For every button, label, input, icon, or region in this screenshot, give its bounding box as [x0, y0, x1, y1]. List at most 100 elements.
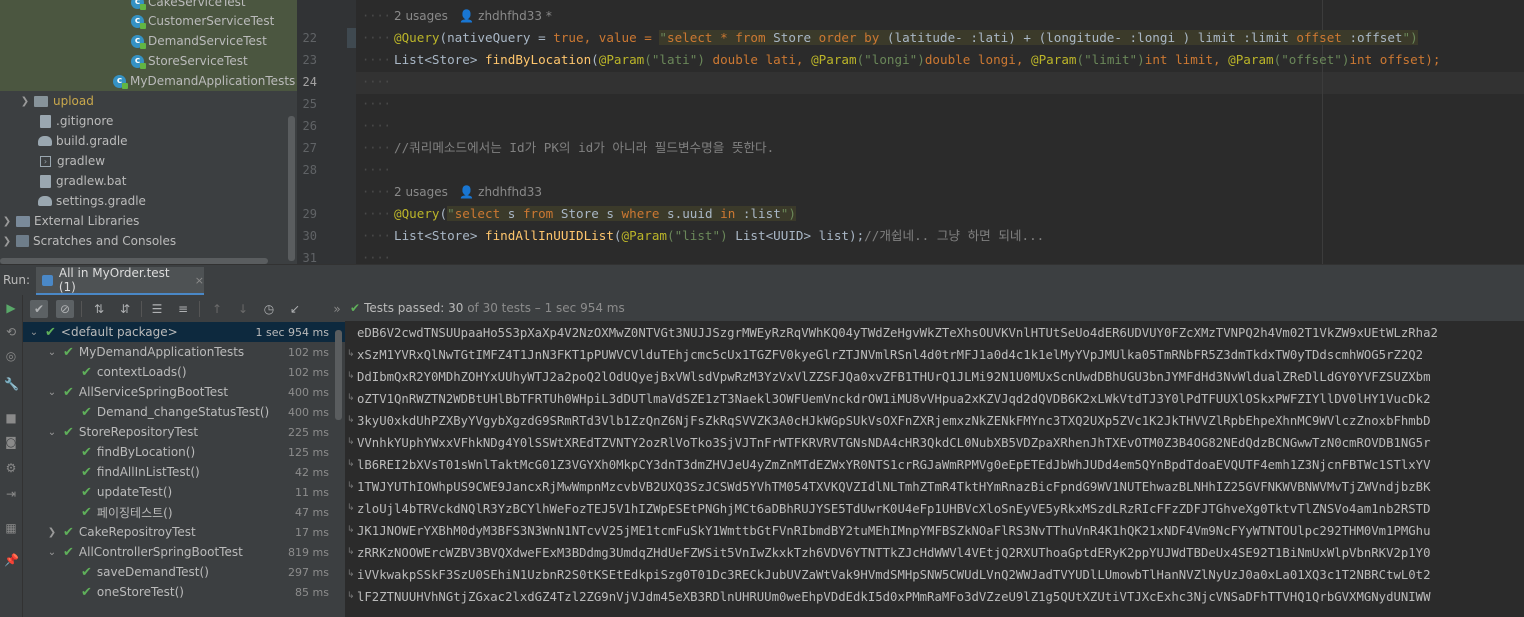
tree-item-gradlew[interactable]: › gradlew: [40, 151, 105, 171]
java-class-icon: c: [131, 54, 146, 69]
sort-duration-icon[interactable]: ⇵: [116, 300, 134, 318]
line-number: 28: [302, 163, 317, 177]
test-tree-row[interactable]: ⌄ ✔ <default package> 1 sec 954 ms: [23, 322, 345, 342]
soft-wrap-icon: ↳: [347, 371, 355, 381]
terminal-icon: ›: [40, 155, 51, 167]
chevron-right-icon[interactable]: ❯: [47, 527, 57, 538]
code-vision-hint[interactable]: 2 usages 👤 zhdhfhd33: [394, 182, 542, 202]
code-vision-hint[interactable]: 2 usages 👤 zhdhfhd33 *: [394, 6, 552, 26]
code-line-27-comment[interactable]: //쿼리메소드에서는 Id가 PK의 id가 아니라 필드변수명을 뜻한다.: [394, 138, 774, 158]
tree-item-customerservicetest[interactable]: c CustomerServiceTest: [131, 11, 274, 31]
code-line-29[interactable]: @Query("select s from Store s where s.uu…: [394, 204, 796, 224]
chevron-right-icon[interactable]: ❯: [2, 236, 12, 247]
indent-guide: ····: [362, 229, 391, 243]
line-number: 30: [302, 229, 317, 243]
indent-guide: ····: [362, 97, 391, 111]
test-tree-row[interactable]: ⌄ ✔ MyDemandApplicationTests 102 ms: [23, 342, 345, 362]
test-results-tree[interactable]: ⌄ ✔ <default package> 1 sec 954 ms ⌄ ✔ MyD…: [23, 321, 345, 617]
test-tree-row[interactable]: ⌄ ✔ AllServiceSpringBootTest 400 ms: [23, 382, 345, 402]
pin-icon[interactable]: 📌: [4, 553, 19, 567]
tree-item-build-gradle[interactable]: build.gradle: [38, 131, 128, 151]
chevron-down-icon[interactable]: ⌄: [47, 347, 57, 358]
show-ignored-toggle[interactable]: ⊘: [56, 300, 74, 318]
line-number: 31: [302, 251, 317, 265]
code-line-23[interactable]: List<Store> findByLocation(@Param("lati"…: [394, 50, 1440, 70]
tree-item-scratches[interactable]: ❯ Scratches and Consoles: [2, 231, 176, 251]
test-tree-scrollbar[interactable]: [335, 330, 342, 420]
chevron-down-icon[interactable]: ⌄: [47, 427, 57, 438]
more-chevron-icon[interactable]: »: [328, 300, 346, 318]
tree-item-upload[interactable]: ❯ upload: [20, 91, 94, 111]
console-line: 3kyU0xkdUhPZXByYVgybXgzdG9SRmRTd3Vlb1ZzQ…: [357, 414, 1431, 428]
tree-item-demandservicetest[interactable]: c DemandServiceTest: [131, 31, 267, 51]
rerun-failed-icon[interactable]: ⟲: [4, 325, 18, 339]
current-line-highlight: [356, 72, 1524, 94]
next-failed-icon[interactable]: ↓: [234, 300, 252, 318]
layout-icon[interactable]: ▦: [4, 521, 18, 535]
chevron-down-icon[interactable]: ⌄: [47, 387, 57, 398]
test-tree-row[interactable]: ✔ findByLocation() 125 ms: [23, 442, 345, 462]
soft-wrap-icon: ↳: [347, 459, 355, 469]
gradle-icon: [38, 136, 52, 146]
folder-icon: [34, 95, 48, 107]
test-history-icon[interactable]: ◷: [260, 300, 278, 318]
exit-icon[interactable]: ⇥: [4, 487, 18, 501]
console-line: lB6REI2bXVsT01sWnlTaktMcG01Z3VGYXh0MkpCY…: [357, 458, 1431, 472]
check-icon: ✔: [81, 564, 92, 580]
tree-item-gradlew-bat[interactable]: gradlew.bat: [40, 171, 126, 191]
test-tree-row[interactable]: ✔ findAllInListTest() 42 ms: [23, 462, 345, 482]
console-line: eDB6V2cwdTNSUUpaaHo5S3pXaXp4V2NzOXMwZ0NT…: [357, 326, 1438, 340]
soft-wrap-icon: ↳: [347, 393, 355, 403]
soft-wrap-icon: ↳: [347, 481, 355, 491]
code-line-22[interactable]: @Query(nativeQuery = true, value = "sele…: [394, 28, 1418, 48]
test-tree-row[interactable]: ⌄ ✔ AllControllerSpringBootTest 819 ms: [23, 542, 345, 562]
chevron-down-icon[interactable]: ⌄: [29, 327, 39, 338]
import-tests-icon[interactable]: ↙: [286, 300, 304, 318]
test-tree-row[interactable]: ✔ oneStoreTest() 85 ms: [23, 582, 345, 602]
run-toolbar: [0, 295, 1524, 321]
user-icon: 👤: [459, 185, 475, 199]
test-tree-row[interactable]: ✔ contextLoads() 102 ms: [23, 362, 345, 382]
chevron-down-icon[interactable]: ⌄: [47, 547, 57, 558]
tree-item-storeservicetest[interactable]: c StoreServiceTest: [131, 51, 248, 71]
change-marker: [347, 28, 356, 48]
check-icon: ✔: [81, 444, 92, 460]
test-tree-row[interactable]: ✔ saveDemandTest() 297 ms: [23, 562, 345, 582]
tree-item-gitignore[interactable]: .gitignore: [40, 111, 113, 131]
expand-all-icon[interactable]: ☰: [148, 300, 166, 318]
tree-item-mydemandapplicationtests[interactable]: c MyDemandApplicationTests: [113, 71, 295, 91]
indent-guide: ····: [362, 53, 391, 67]
close-icon[interactable]: ×: [195, 274, 204, 287]
test-tree-row[interactable]: ✔ Demand_changeStatusTest() 400 ms: [23, 402, 345, 422]
collapse-all-icon[interactable]: ≡: [174, 300, 192, 318]
console-line: DdIbmQxR2Y0MDhZOHYxUUhyWTJ2a2poQ2lOdUQye…: [357, 370, 1431, 384]
run-tab[interactable]: All in MyOrder.test (1) ×: [36, 266, 204, 296]
code-line-30[interactable]: List<Store> findAllInUUIDList(@Param("li…: [394, 226, 1044, 246]
file-icon: [40, 174, 51, 188]
stop-icon[interactable]: ■: [4, 411, 18, 425]
tree-item-settings-gradle[interactable]: settings.gradle: [38, 191, 146, 211]
gradle-icon: [38, 196, 52, 206]
test-tree-row[interactable]: ❯ ✔ CakeRepositroyTest 17 ms: [23, 522, 345, 542]
soft-wrap-icon: ↳: [347, 569, 355, 579]
toggle-auto-test-icon[interactable]: ◎: [4, 349, 18, 363]
tree-item-external-libraries[interactable]: ❯ External Libraries: [2, 211, 140, 231]
code-editor[interactable]: ···· 2 usages 👤 zhdhfhd33 * ···· @Query(…: [356, 0, 1524, 264]
previous-failed-icon[interactable]: ↑: [208, 300, 226, 318]
chevron-right-icon[interactable]: ❯: [2, 216, 12, 227]
settings-wrench-icon[interactable]: 🔧: [4, 377, 19, 391]
project-vertical-scrollbar[interactable]: [288, 116, 295, 261]
java-class-icon: c: [131, 34, 146, 49]
test-tree-row[interactable]: ⌄ ✔ StoreRepositoryTest 225 ms: [23, 422, 345, 442]
camera-icon[interactable]: ◙: [4, 435, 18, 449]
console-output[interactable]: eDB6V2cwdTNSUUpaaHo5S3pXaXp4V2NzOXMwZ0NT…: [345, 321, 1524, 617]
rerun-icon[interactable]: ▶: [4, 301, 18, 315]
line-number: 29: [302, 207, 317, 221]
toolbar-separator: [81, 301, 82, 317]
show-passed-toggle[interactable]: ✔: [30, 300, 48, 318]
gear-icon[interactable]: ⚙: [4, 461, 18, 475]
chevron-right-icon[interactable]: ❯: [20, 96, 30, 107]
test-tree-row[interactable]: ✔ 페이징테스트() 47 ms: [23, 502, 345, 522]
test-tree-row[interactable]: ✔ updateTest() 11 ms: [23, 482, 345, 502]
sort-alpha-icon[interactable]: ⇅: [90, 300, 108, 318]
